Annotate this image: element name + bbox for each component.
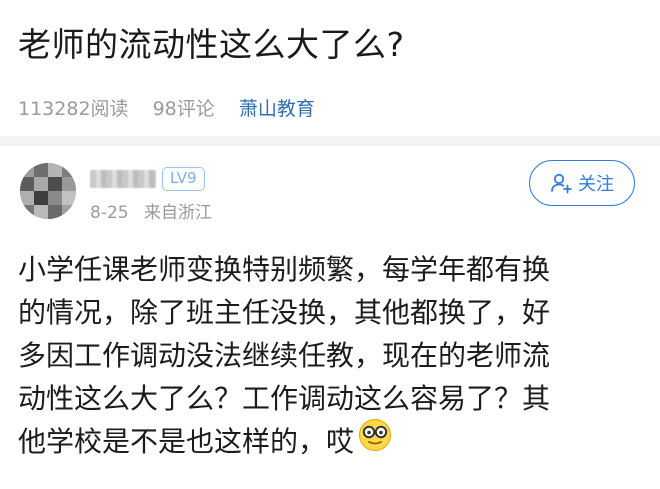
post-content: 小学任课老师变换特别频繁，每学年都有换 的情况，除了班主任没换，其他都换了，好 …	[18, 248, 648, 466]
post-line: 的情况，除了班主任没换，其他都换了，好	[18, 296, 551, 329]
page-title: 老师的流动性这么大了么?	[18, 25, 405, 64]
username-redacted[interactable]	[90, 170, 156, 188]
post-line: 小学任课老师变换特别频繁，每学年都有换	[18, 253, 551, 286]
post-line: 动性这么大了么？工作调动这么容易了？其	[18, 382, 551, 415]
comment-count[interactable]: 98评论	[153, 98, 215, 120]
post-line-last: 他学校是不是也这样的，哎	[18, 418, 648, 466]
follow-button[interactable]: 关注	[529, 160, 635, 206]
article-meta: 113282阅读 98评论 萧山教育	[18, 94, 333, 121]
level-badge: LV9	[162, 167, 205, 191]
avatar[interactable]	[20, 163, 76, 219]
source-link[interactable]: 萧山教育	[239, 98, 315, 120]
add-user-icon	[551, 173, 572, 194]
read-count: 113282阅读	[18, 98, 129, 120]
post-date: 8-25	[90, 203, 129, 223]
section-divider	[0, 136, 660, 146]
nerd-face-emoji-icon	[358, 418, 392, 464]
post-line: 多因工作调动没法继续任教，现在的老师流	[18, 339, 551, 372]
post-location: 来自浙江	[144, 203, 212, 223]
follow-label: 关注	[578, 174, 614, 195]
post-line: 他学校是不是也这样的，哎	[18, 425, 355, 458]
post-info: 8-25 来自浙江	[90, 198, 222, 223]
